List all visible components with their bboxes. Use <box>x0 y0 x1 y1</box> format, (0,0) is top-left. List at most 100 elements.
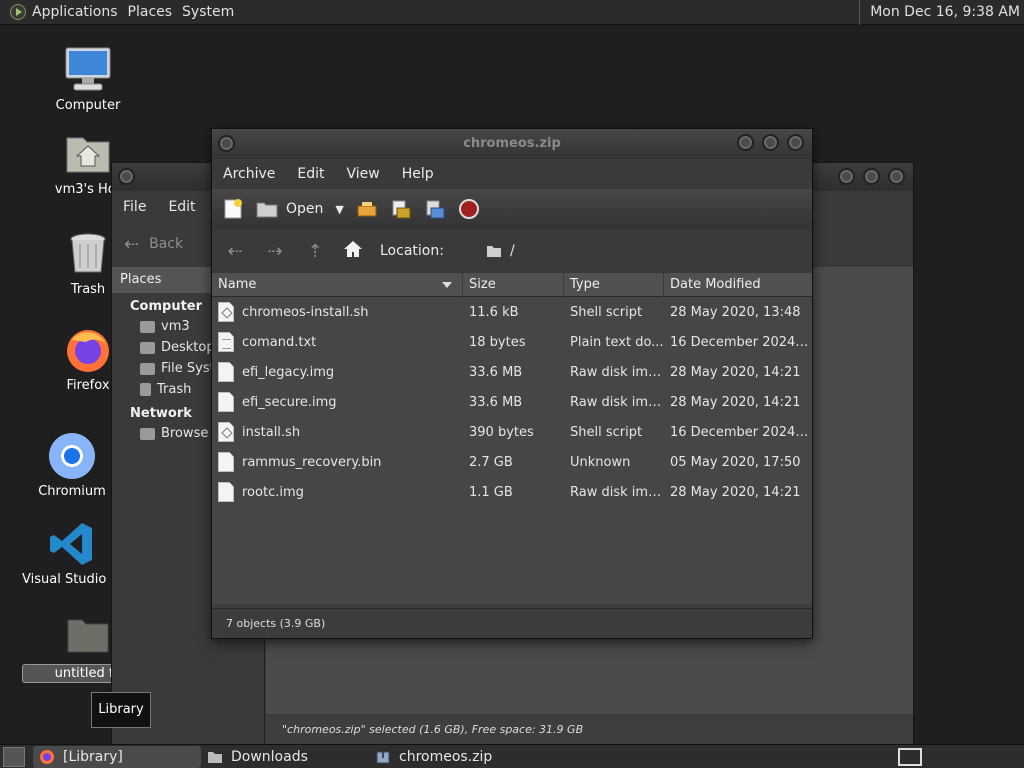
menu-archive[interactable]: Archive <box>212 166 286 182</box>
folder-icon <box>208 751 222 763</box>
clock[interactable]: Mon Dec 16, 9:38 AM <box>859 0 1020 25</box>
firefox-icon <box>40 749 54 764</box>
up-arrow-icon[interactable]: ⇡ <box>302 241 328 262</box>
new-archive-icon[interactable] <box>222 198 244 220</box>
workspace-switcher[interactable] <box>898 748 922 766</box>
file-row[interactable]: efi_legacy.img 33.6 MB Raw disk ima... 28 M… <box>212 357 812 387</box>
window-menu-button[interactable] <box>218 135 235 152</box>
sidebar-item-label: vm3 <box>161 319 190 334</box>
menu-help[interactable]: Help <box>391 166 445 182</box>
file-name: comand.txt <box>242 334 317 350</box>
archive-status: 7 objects (3.9 GB) <box>212 608 812 638</box>
top-panel: Applications Places System Mon Dec 16, 9… <box>0 0 1024 25</box>
file-blank-icon <box>218 362 234 382</box>
file-name-cell: efi_secure.img <box>212 392 463 412</box>
desktop-icon-computer[interactable]: Computer <box>38 46 138 113</box>
sidebar-item-label: Trash <box>157 382 192 397</box>
extract-icon[interactable] <box>356 198 378 220</box>
stop-icon[interactable] <box>458 198 480 220</box>
task-label: chromeos.zip <box>399 748 493 765</box>
back-arrow-icon[interactable]: ⇠ <box>222 241 248 262</box>
close-button[interactable] <box>888 168 905 185</box>
file-row[interactable]: comand.txt 18 bytes Plain text do... 16 Dec… <box>212 327 812 357</box>
task-library[interactable]: [Library] <box>33 745 201 768</box>
network-icon <box>140 427 155 440</box>
archive-titlebar[interactable]: chromeos.zip <box>212 129 812 159</box>
file-script-icon <box>218 302 234 322</box>
file-type: Shell script <box>570 424 643 440</box>
open-label: Open <box>286 201 324 217</box>
file-row[interactable]: rootc.img 1.1 GB Raw disk ima... 28 May 202… <box>212 477 812 507</box>
file-row[interactable]: rammus_recovery.bin 2.7 GB Unknown 05 May 2… <box>212 447 812 477</box>
chromium-icon <box>48 432 96 480</box>
system-menu[interactable]: System <box>182 4 244 20</box>
add-folder-icon[interactable] <box>424 198 446 220</box>
file-list: Name Size Type Date Modified chromeos-in… <box>212 272 812 604</box>
drive-icon <box>140 362 155 375</box>
sort-down-icon <box>442 281 452 288</box>
file-date: 28 May 2020, 14:21 <box>670 364 801 380</box>
file-name: efi_secure.img <box>242 394 337 410</box>
file-blank-icon <box>218 482 234 502</box>
task-downloads[interactable]: Downloads <box>201 746 369 768</box>
location-path[interactable]: / <box>486 243 515 259</box>
menu-view[interactable]: View <box>336 166 391 182</box>
file-name: efi_legacy.img <box>242 364 335 380</box>
home-icon <box>140 320 155 333</box>
menu-file[interactable]: File <box>112 199 157 215</box>
desktop-icon-label: Chromium <box>38 484 106 499</box>
column-header-size[interactable]: Size <box>463 272 564 297</box>
maximize-button[interactable] <box>762 134 779 151</box>
file-type: Raw disk ima... <box>570 484 664 500</box>
file-manager-status: "chromeos.zip" selected (1.6 GB), Free s… <box>266 716 913 744</box>
menu-edit[interactable]: Edit <box>157 199 206 215</box>
close-button[interactable] <box>787 134 804 151</box>
tooltip: Library <box>91 692 151 728</box>
file-row[interactable]: chromeos-install.sh 11.6 kB Shell script 28… <box>212 297 812 327</box>
add-files-icon[interactable] <box>390 198 412 220</box>
open-folder-icon <box>256 202 278 218</box>
task-chromeos-zip[interactable]: chromeos.zip <box>369 746 537 768</box>
file-date: 28 May 2020, 14:21 <box>670 484 801 500</box>
file-blank-icon <box>218 452 234 472</box>
file-text-icon <box>218 332 234 352</box>
file-script-icon <box>218 422 234 442</box>
open-button[interactable]: Open <box>256 200 323 218</box>
file-size: 33.6 MB <box>469 394 523 410</box>
desktop-icon-chromium[interactable]: Chromium <box>22 432 122 499</box>
maximize-button[interactable] <box>863 168 880 185</box>
home-folder-icon <box>64 130 112 178</box>
column-header-date[interactable]: Date Modified <box>664 273 812 297</box>
file-row[interactable]: efi_secure.img 33.6 MB Raw disk ima... 28 M… <box>212 387 812 417</box>
back-arrow-icon[interactable]: ⇠ <box>124 234 139 255</box>
file-name: chromeos-install.sh <box>242 304 369 320</box>
file-row[interactable]: install.sh 390 bytes Shell script 16 Decemb… <box>212 417 812 447</box>
forward-arrow-icon[interactable]: ⇢ <box>262 241 288 262</box>
file-type: Raw disk ima... <box>570 394 664 410</box>
menu-edit[interactable]: Edit <box>286 166 335 182</box>
column-header-type[interactable]: Type <box>564 272 664 297</box>
distro-logo-icon[interactable] <box>10 4 26 20</box>
file-type: Plain text do... <box>570 334 664 350</box>
minimize-button[interactable] <box>737 134 754 151</box>
show-desktop-icon[interactable] <box>3 746 25 767</box>
file-size: 390 bytes <box>469 424 534 440</box>
archive-manager-window: chromeos.zip Archive Edit View Help Open… <box>211 128 813 639</box>
home-icon[interactable] <box>342 239 364 263</box>
file-type: Raw disk ima... <box>570 364 664 380</box>
computer-icon <box>64 46 112 94</box>
folder-icon <box>486 246 501 257</box>
file-name: install.sh <box>242 424 301 440</box>
window-menu-button[interactable] <box>118 168 135 185</box>
desktop-icon-vscode[interactable]: Visual Studio Co <box>22 520 128 587</box>
applications-menu[interactable]: Applications <box>32 4 128 20</box>
folder-icon <box>64 612 112 660</box>
open-dropdown-icon[interactable]: ▼ <box>335 203 343 216</box>
file-size: 33.6 MB <box>469 364 523 380</box>
vscode-icon <box>48 520 96 568</box>
back-button[interactable]: Back <box>149 236 183 252</box>
file-name-cell: rootc.img <box>212 482 463 502</box>
minimize-button[interactable] <box>838 168 855 185</box>
places-menu[interactable]: Places <box>128 4 183 20</box>
column-header-name[interactable]: Name <box>212 272 463 297</box>
